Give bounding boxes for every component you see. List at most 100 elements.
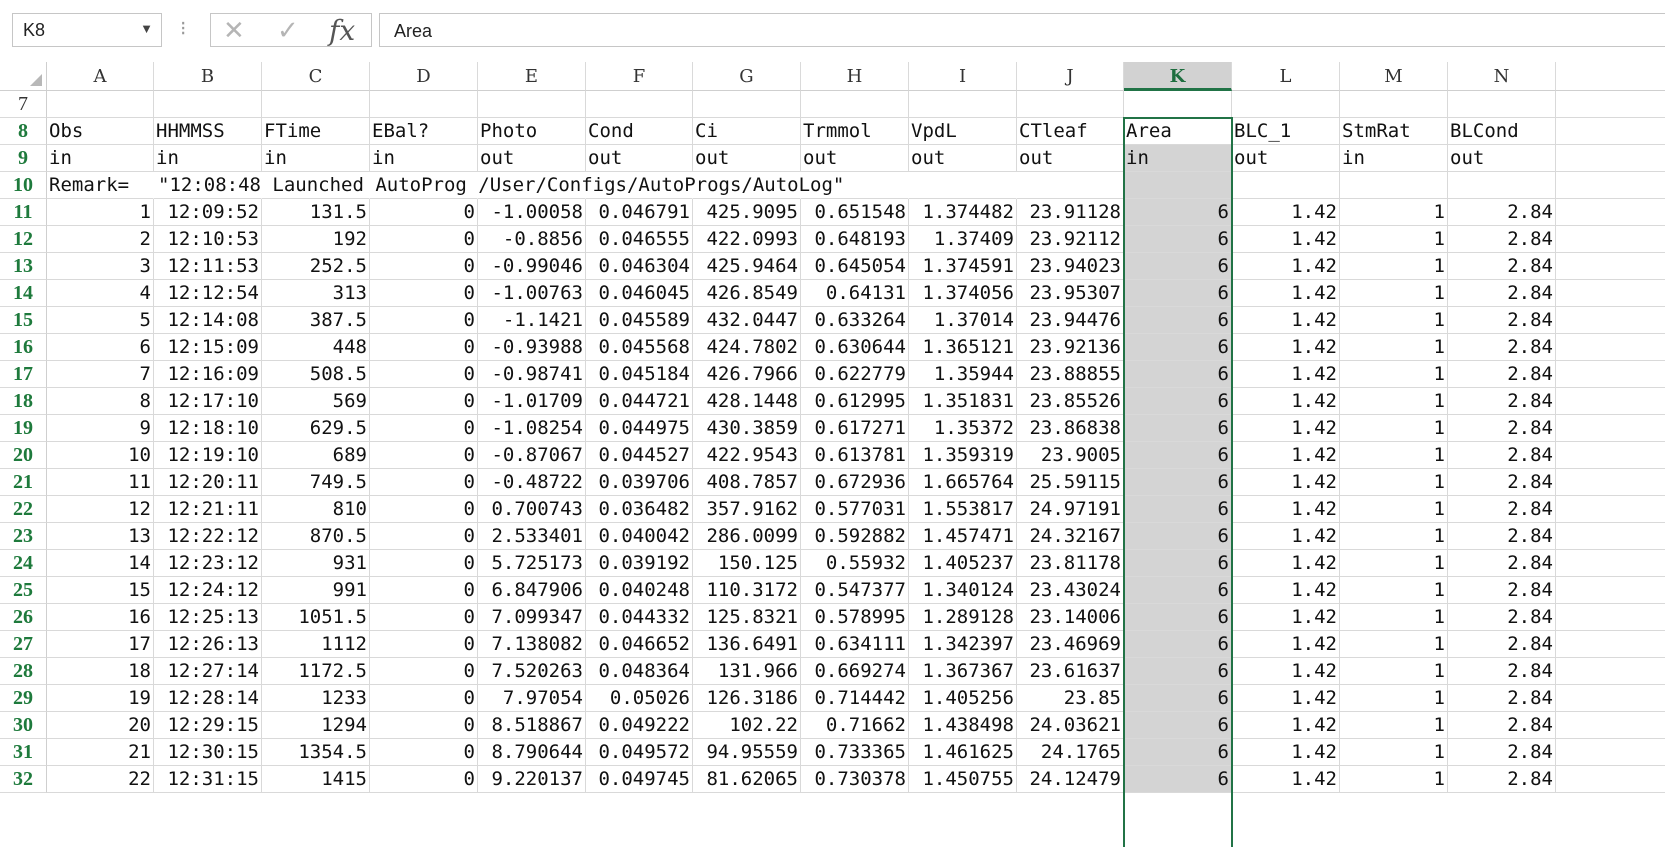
- cell-l8[interactable]: BLC_1: [1232, 118, 1340, 145]
- cell-c19[interactable]: 629.5: [262, 415, 370, 442]
- cell-f11[interactable]: 0.046791: [586, 199, 693, 226]
- cell-e32[interactable]: 9.220137: [478, 766, 586, 793]
- cell-a8[interactable]: Obs: [47, 118, 154, 145]
- cell-g14[interactable]: 426.8549: [693, 280, 801, 307]
- cell-n17[interactable]: 2.84: [1448, 361, 1556, 388]
- cell-f17[interactable]: 0.045184: [586, 361, 693, 388]
- row-header-10[interactable]: 10: [0, 172, 47, 199]
- cell-g20[interactable]: 422.9543: [693, 442, 801, 469]
- row-header-25[interactable]: 25: [0, 577, 47, 604]
- cell-h26[interactable]: 0.578995: [801, 604, 909, 631]
- insert-function-icon[interactable]: fx: [329, 14, 355, 47]
- cell-n9[interactable]: out: [1448, 145, 1556, 172]
- cell-e24[interactable]: 5.725173: [478, 550, 586, 577]
- cell-c18[interactable]: 569: [262, 388, 370, 415]
- cell-h9[interactable]: out: [801, 145, 909, 172]
- cell-j17[interactable]: 23.88855: [1017, 361, 1124, 388]
- cell-f20[interactable]: 0.044527: [586, 442, 693, 469]
- cell-f26[interactable]: 0.044332: [586, 604, 693, 631]
- cell-c29[interactable]: 1233: [262, 685, 370, 712]
- cell-m8[interactable]: StmRat: [1340, 118, 1448, 145]
- cell-e20[interactable]: -0.87067: [478, 442, 586, 469]
- cell-h14[interactable]: 0.64131: [801, 280, 909, 307]
- cell-a18[interactable]: 8: [47, 388, 154, 415]
- cell-c14[interactable]: 313: [262, 280, 370, 307]
- cell-m32[interactable]: 1: [1340, 766, 1448, 793]
- cell-d14[interactable]: 0: [370, 280, 478, 307]
- cell-c25[interactable]: 991: [262, 577, 370, 604]
- cell-j26[interactable]: 23.14006: [1017, 604, 1124, 631]
- cell-d25[interactable]: 0: [370, 577, 478, 604]
- cell-m25[interactable]: 1: [1340, 577, 1448, 604]
- cell-i31[interactable]: 1.461625: [909, 739, 1017, 766]
- cell-b13[interactable]: 12:11:53: [154, 253, 262, 280]
- cell-k31[interactable]: 6: [1124, 739, 1232, 766]
- cell-h7[interactable]: [801, 91, 909, 118]
- row-header-20[interactable]: 20: [0, 442, 47, 469]
- cell-b21[interactable]: 12:20:11: [154, 469, 262, 496]
- cell-h18[interactable]: 0.612995: [801, 388, 909, 415]
- cell-d29[interactable]: 0: [370, 685, 478, 712]
- cell-d16[interactable]: 0: [370, 334, 478, 361]
- cell-i28[interactable]: 1.367367: [909, 658, 1017, 685]
- cell-h30[interactable]: 0.71662: [801, 712, 909, 739]
- cell-n16[interactable]: 2.84: [1448, 334, 1556, 361]
- cell-k15[interactable]: 6: [1124, 307, 1232, 334]
- cell-m29[interactable]: 1: [1340, 685, 1448, 712]
- cell-i17[interactable]: 1.35944: [909, 361, 1017, 388]
- cell-overflow-8[interactable]: [1556, 118, 1665, 145]
- cell-e14[interactable]: -1.00763: [478, 280, 586, 307]
- cell-m23[interactable]: 1: [1340, 523, 1448, 550]
- cell-e12[interactable]: -0.8856: [478, 226, 586, 253]
- cell-n26[interactable]: 2.84: [1448, 604, 1556, 631]
- cell-c17[interactable]: 508.5: [262, 361, 370, 388]
- cell-e29[interactable]: 7.97054: [478, 685, 586, 712]
- chevron-down-icon[interactable]: ▼: [140, 21, 153, 36]
- cell-a28[interactable]: 18: [47, 658, 154, 685]
- cell-c15[interactable]: 387.5: [262, 307, 370, 334]
- cell-m13[interactable]: 1: [1340, 253, 1448, 280]
- cell-h17[interactable]: 0.622779: [801, 361, 909, 388]
- cell-overflow-28[interactable]: [1556, 658, 1665, 685]
- cell-h29[interactable]: 0.714442: [801, 685, 909, 712]
- cell-h19[interactable]: 0.617271: [801, 415, 909, 442]
- cell-i7[interactable]: [909, 91, 1017, 118]
- cell-g26[interactable]: 125.8321: [693, 604, 801, 631]
- column-header-m[interactable]: M: [1340, 62, 1448, 91]
- cell-h25[interactable]: 0.547377: [801, 577, 909, 604]
- cell-n25[interactable]: 2.84: [1448, 577, 1556, 604]
- cell-n7[interactable]: [1448, 91, 1556, 118]
- cell-f27[interactable]: 0.046652: [586, 631, 693, 658]
- cell-c16[interactable]: 448: [262, 334, 370, 361]
- cell-m19[interactable]: 1: [1340, 415, 1448, 442]
- cell-j16[interactable]: 23.92136: [1017, 334, 1124, 361]
- cell-overflow-15[interactable]: [1556, 307, 1665, 334]
- cell-g12[interactable]: 422.0993: [693, 226, 801, 253]
- cell-j18[interactable]: 23.85526: [1017, 388, 1124, 415]
- cell-g11[interactable]: 425.9095: [693, 199, 801, 226]
- cell-n8[interactable]: BLCond: [1448, 118, 1556, 145]
- cell-a16[interactable]: 6: [47, 334, 154, 361]
- cell-h10[interactable]: [801, 172, 909, 199]
- cell-j25[interactable]: 23.43024: [1017, 577, 1124, 604]
- cell-overflow-32[interactable]: [1556, 766, 1665, 793]
- cell-f8[interactable]: Cond: [586, 118, 693, 145]
- cell-b24[interactable]: 12:23:12: [154, 550, 262, 577]
- cell-f16[interactable]: 0.045568: [586, 334, 693, 361]
- row-header-28[interactable]: 28: [0, 658, 47, 685]
- row-header-12[interactable]: 12: [0, 226, 47, 253]
- cell-h11[interactable]: 0.651548: [801, 199, 909, 226]
- row-header-14[interactable]: 14: [0, 280, 47, 307]
- cell-c21[interactable]: 749.5: [262, 469, 370, 496]
- cell-f13[interactable]: 0.046304: [586, 253, 693, 280]
- cell-i21[interactable]: 1.665764: [909, 469, 1017, 496]
- cell-overflow-16[interactable]: [1556, 334, 1665, 361]
- column-header-f[interactable]: F: [586, 62, 693, 91]
- cell-h31[interactable]: 0.733365: [801, 739, 909, 766]
- cell-j21[interactable]: 25.59115: [1017, 469, 1124, 496]
- cell-k29[interactable]: 6: [1124, 685, 1232, 712]
- row-header-23[interactable]: 23: [0, 523, 47, 550]
- cell-m24[interactable]: 1: [1340, 550, 1448, 577]
- cell-a30[interactable]: 20: [47, 712, 154, 739]
- cell-a14[interactable]: 4: [47, 280, 154, 307]
